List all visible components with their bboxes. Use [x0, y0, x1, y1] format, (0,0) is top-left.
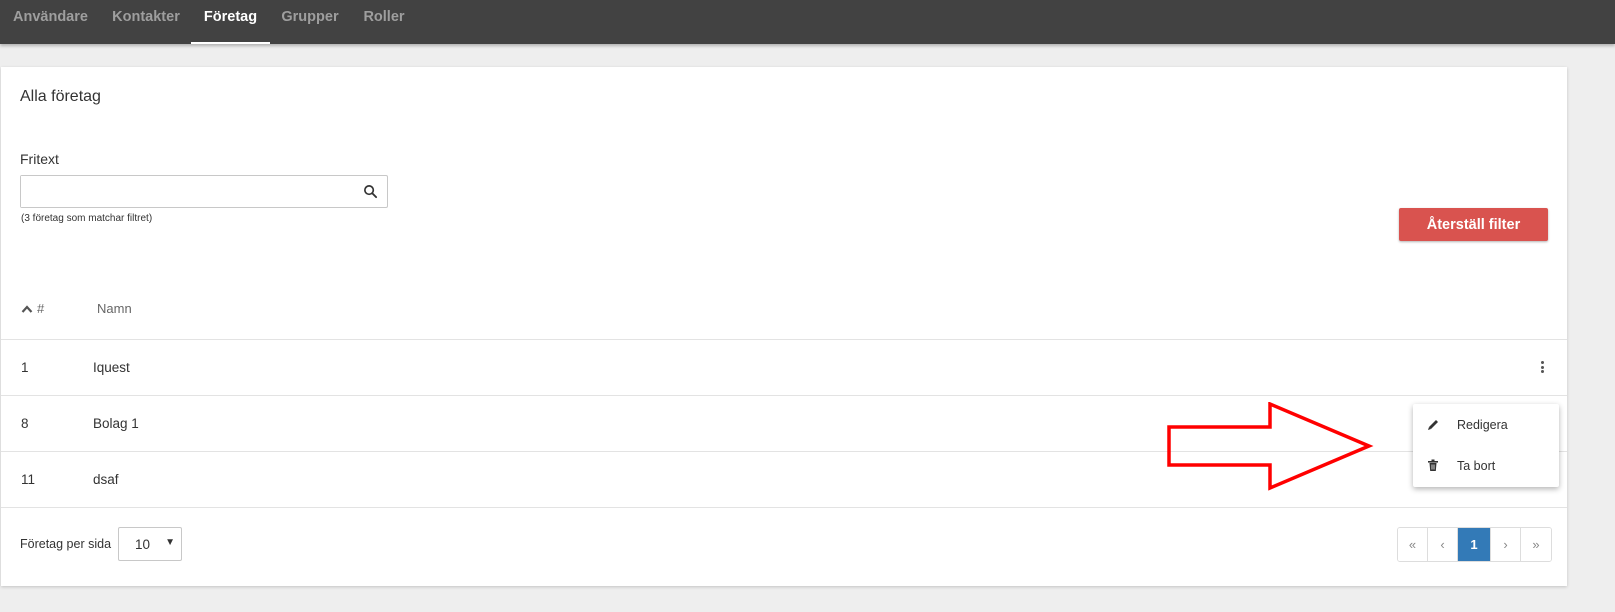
page-1-button[interactable]: 1: [1458, 528, 1491, 561]
row-context-menu: Redigera Ta bort: [1413, 404, 1559, 487]
tab-anvandare[interactable]: Användare: [0, 0, 101, 44]
tab-roller[interactable]: Roller: [350, 0, 418, 44]
tab-foretag[interactable]: Företag: [191, 0, 270, 44]
row-name: Bolag 1: [93, 416, 139, 431]
caret-down-icon: ▼: [165, 537, 175, 548]
trash-icon: [1428, 459, 1438, 471]
table-row: 1 Iquest: [1, 340, 1567, 396]
row-id: 8: [21, 416, 29, 431]
search-field: [20, 175, 388, 208]
row-name: dsaf: [93, 472, 119, 487]
kebab-dot: [1540, 361, 1544, 364]
row-actions-button[interactable]: [1535, 359, 1549, 375]
search-icon[interactable]: [363, 184, 378, 199]
delete-label: Ta bort: [1457, 459, 1496, 473]
filter-label: Fritext: [20, 151, 59, 167]
column-header-name[interactable]: Namn: [97, 301, 132, 316]
chevron-up-icon: [21, 304, 33, 313]
tab-grupper[interactable]: Grupper: [270, 0, 350, 44]
next-page-button[interactable]: ›: [1491, 528, 1521, 561]
reset-filter-button[interactable]: Återställ filter: [1399, 208, 1548, 241]
pencil-icon: [1428, 420, 1438, 430]
search-input[interactable]: [21, 176, 351, 207]
pagination: « ‹ 1 › »: [1397, 527, 1552, 562]
page-title: Alla företag: [20, 88, 101, 105]
tab-kontakter[interactable]: Kontakter: [101, 0, 191, 44]
annotation-arrow: [1167, 402, 1374, 491]
last-page-button[interactable]: »: [1521, 528, 1551, 561]
per-page-value: 10: [135, 537, 151, 552]
prev-page-button[interactable]: ‹: [1428, 528, 1458, 561]
row-name: Iquest: [93, 360, 130, 375]
column-header-number-label: #: [37, 301, 45, 316]
per-page-label: Företag per sida: [20, 537, 112, 551]
match-count: (3 företag som matchar filtret): [21, 213, 153, 224]
edit-menu-item[interactable]: Redigera: [1413, 405, 1559, 445]
row-id: 11: [21, 472, 36, 487]
kebab-dot: [1540, 370, 1544, 373]
column-header-number[interactable]: #: [21, 301, 44, 316]
row-divider: [1, 507, 1567, 508]
delete-menu-item[interactable]: Ta bort: [1413, 446, 1559, 486]
edit-label: Redigera: [1457, 418, 1508, 432]
row-id: 1: [21, 360, 29, 375]
first-page-button[interactable]: «: [1398, 528, 1428, 561]
companies-panel: Alla företag Fritext (3 företag som matc…: [1, 67, 1567, 586]
kebab-dot: [1540, 365, 1544, 369]
top-navigation: Användare Kontakter Företag Grupper Roll…: [0, 0, 1615, 44]
per-page-select[interactable]: 10 ▼: [118, 527, 182, 561]
